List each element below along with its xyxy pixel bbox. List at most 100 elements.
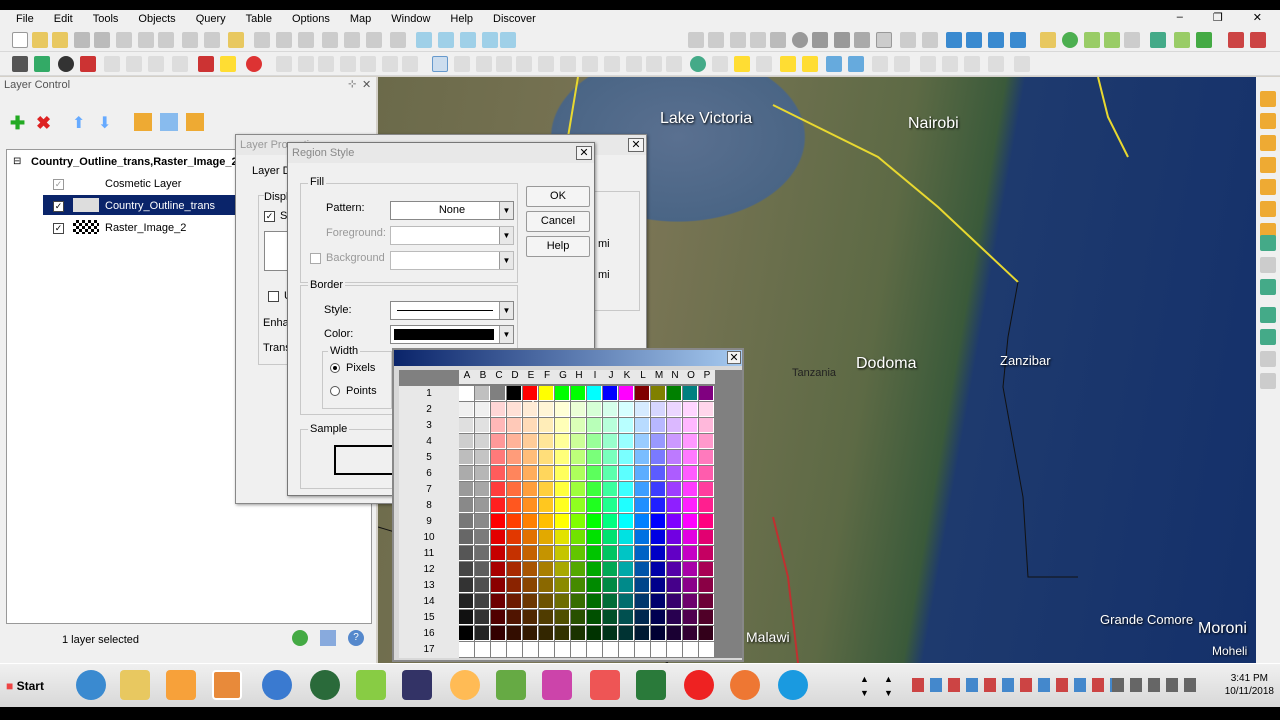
palette-swatch[interactable] — [667, 498, 682, 513]
palette-swatch[interactable] — [523, 466, 538, 481]
info-icon[interactable] — [690, 56, 706, 72]
palette-swatch[interactable] — [683, 562, 698, 577]
ellipse-icon[interactable] — [792, 32, 808, 48]
palette-swatch[interactable] — [587, 514, 602, 529]
palette-swatch[interactable] — [667, 418, 682, 433]
palette-swatch[interactable] — [571, 514, 586, 529]
palette-swatch[interactable] — [699, 466, 714, 481]
clock[interactable]: 3:41 PM 10/11/2018 — [1225, 672, 1274, 698]
menu-options[interactable]: Options — [282, 13, 340, 25]
paste-icon[interactable] — [366, 32, 382, 48]
palette-swatch[interactable] — [491, 498, 506, 513]
palette-swatch[interactable] — [571, 610, 586, 625]
internet-explorer-icon[interactable] — [76, 670, 106, 700]
folder-icon[interactable] — [228, 32, 244, 48]
palette-swatch[interactable] — [523, 562, 538, 577]
palette-swatch[interactable] — [603, 626, 618, 641]
border-color-dropdown-icon[interactable]: ▼ — [499, 326, 513, 343]
palette-swatch[interactable] — [635, 482, 650, 497]
add-layer-icon[interactable]: ✚ — [10, 113, 25, 134]
tool-b-icon[interactable] — [1104, 32, 1120, 48]
palette-swatch[interactable] — [459, 466, 474, 481]
palette-swatch[interactable] — [475, 642, 490, 657]
palette-swatch[interactable] — [555, 434, 570, 449]
palette-swatch[interactable] — [699, 594, 714, 609]
palette-swatch[interactable] — [651, 418, 666, 433]
palette-swatch[interactable] — [635, 610, 650, 625]
palette-swatch[interactable] — [635, 402, 650, 417]
palette-swatch[interactable] — [651, 530, 666, 545]
help-icon[interactable]: ? — [348, 630, 364, 646]
palette-swatch[interactable] — [587, 386, 602, 401]
minimize-icon[interactable]: – — [1167, 11, 1193, 24]
palette-swatch[interactable] — [635, 642, 650, 657]
graph-select-icon[interactable] — [582, 56, 598, 72]
palette-swatch[interactable] — [523, 450, 538, 465]
palette-swatch[interactable] — [507, 402, 522, 417]
properties-icon[interactable] — [186, 113, 204, 131]
mapinfo-icon[interactable] — [212, 670, 242, 700]
palette-close-icon[interactable]: ✕ — [727, 351, 741, 364]
palette-swatch[interactable] — [587, 610, 602, 625]
palette-swatch[interactable] — [555, 594, 570, 609]
palette-swatch[interactable] — [491, 402, 506, 417]
file-explorer-icon[interactable] — [120, 670, 150, 700]
palette-swatch[interactable] — [603, 450, 618, 465]
cosmetic-layer-checkbox[interactable]: ✓ — [53, 179, 64, 190]
palette-swatch[interactable] — [635, 434, 650, 449]
palette-swatch[interactable] — [555, 562, 570, 577]
presentation-icon[interactable] — [590, 670, 620, 700]
palette-swatch[interactable] — [683, 434, 698, 449]
ruler-icon[interactable] — [756, 56, 772, 72]
right-tool-1-icon[interactable] — [1260, 91, 1276, 107]
palette-swatch[interactable] — [539, 642, 554, 657]
palette-swatch[interactable] — [539, 626, 554, 641]
background-dropdown-icon[interactable]: ▼ — [499, 252, 513, 269]
palette-swatch[interactable] — [491, 626, 506, 641]
palette-swatch[interactable] — [603, 642, 618, 657]
palette-swatch[interactable] — [571, 386, 586, 401]
save-icon[interactable] — [94, 32, 110, 48]
palette-swatch[interactable] — [699, 498, 714, 513]
search-icon[interactable] — [138, 32, 154, 48]
tray-scroll-icon[interactable]: ▲ ▼ — [860, 672, 869, 700]
palette-swatch[interactable] — [651, 642, 666, 657]
label-icon[interactable] — [712, 56, 728, 72]
palette-swatch[interactable] — [603, 402, 618, 417]
palette-swatch[interactable] — [699, 514, 714, 529]
palette-swatch[interactable] — [667, 562, 682, 577]
new-graph-icon[interactable] — [460, 32, 476, 48]
palette-swatch[interactable] — [523, 482, 538, 497]
palette-swatch[interactable] — [539, 594, 554, 609]
map-app-icon[interactable] — [496, 670, 526, 700]
palette-swatch[interactable] — [571, 466, 586, 481]
palette-swatch[interactable] — [507, 434, 522, 449]
palette-swatch[interactable] — [619, 530, 634, 545]
change-view-icon[interactable] — [646, 56, 662, 72]
palette-swatch[interactable] — [523, 642, 538, 657]
palette-swatch[interactable] — [699, 402, 714, 417]
palette-swatch[interactable] — [651, 594, 666, 609]
globe-app-icon[interactable] — [310, 670, 340, 700]
palette-swatch[interactable] — [587, 642, 602, 657]
palette-swatch[interactable] — [683, 578, 698, 593]
stop-icon[interactable] — [246, 56, 262, 72]
palette-swatch[interactable] — [603, 498, 618, 513]
tool-app-icon[interactable] — [402, 670, 432, 700]
palette-swatch[interactable] — [491, 514, 506, 529]
palette-swatch[interactable] — [539, 466, 554, 481]
palette-swatch[interactable] — [523, 610, 538, 625]
palette-swatch[interactable] — [475, 594, 490, 609]
palette-swatch[interactable] — [619, 514, 634, 529]
palette-swatch[interactable] — [475, 418, 490, 433]
close-table-icon[interactable] — [74, 32, 90, 48]
right-tool-2-icon[interactable] — [1260, 113, 1276, 129]
palette-swatch[interactable] — [683, 546, 698, 561]
palette-swatch[interactable] — [667, 482, 682, 497]
menu-window[interactable]: Window — [381, 13, 440, 25]
palette-swatch[interactable] — [635, 578, 650, 593]
palette-swatch[interactable] — [555, 498, 570, 513]
border-style-dropdown-icon[interactable]: ▼ — [499, 302, 513, 319]
palette-swatch[interactable] — [491, 530, 506, 545]
new-mapper-icon[interactable] — [438, 32, 454, 48]
